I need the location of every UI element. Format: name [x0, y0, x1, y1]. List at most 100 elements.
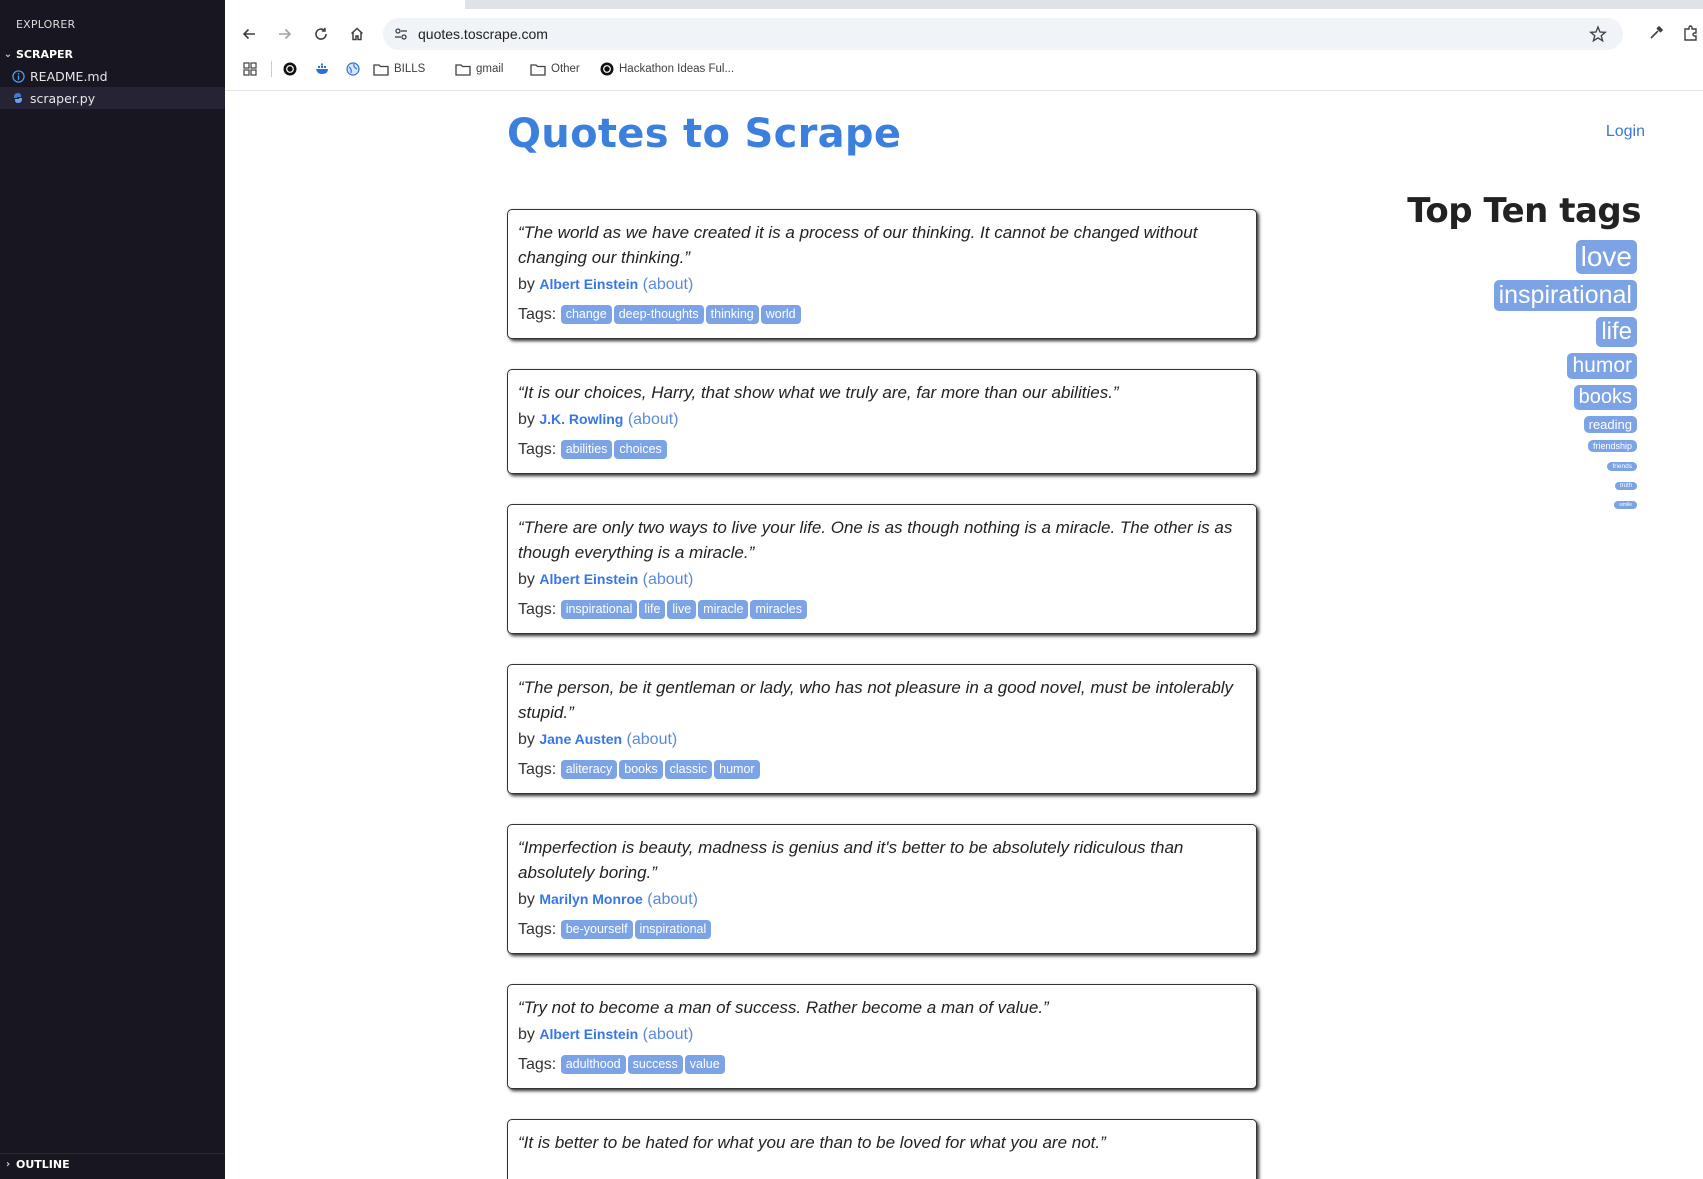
tag-link[interactable]: life [639, 600, 666, 619]
tag-link[interactable]: success [627, 1055, 683, 1074]
chevron-down-icon: ⌄ [3, 48, 13, 60]
tag-link[interactable]: thinking [705, 305, 759, 324]
tag-link[interactable]: books [619, 760, 663, 779]
top-tag-link[interactable]: friends [1607, 462, 1637, 471]
about-link[interactable]: (about) [627, 731, 678, 748]
by-label: by [518, 1026, 535, 1043]
tag-link[interactable]: aliteracy [560, 760, 618, 779]
tag-link[interactable]: be-yourself [560, 920, 633, 939]
info-icon [11, 69, 25, 83]
tag-link[interactable]: value [684, 1055, 725, 1074]
bookmark-gmail[interactable]: gmail [455, 57, 503, 81]
tag-link[interactable]: world [760, 305, 801, 324]
top-tag-link[interactable]: inspirational [1493, 280, 1637, 311]
tag-link[interactable]: classic [664, 760, 713, 779]
bookmark-hackathon[interactable]: Hackathon Ideas Ful... [600, 57, 734, 81]
folder-icon [530, 63, 546, 76]
top-tag-link[interactable]: friendship [1587, 440, 1637, 452]
eyedropper-icon [1650, 25, 1664, 39]
puzzle-icon [1684, 25, 1697, 41]
tags-label: Tags: [518, 306, 557, 323]
eyedropper-button[interactable] [1645, 22, 1667, 44]
tags-label: Tags: [518, 761, 557, 778]
reload-button[interactable] [309, 22, 333, 46]
top-tag-link[interactable]: love [1575, 240, 1637, 274]
file-scraper-py[interactable]: scraper.py [0, 87, 225, 109]
apps-icon[interactable] [243, 57, 257, 81]
bookmark-docker[interactable] [315, 57, 336, 81]
tag-link[interactable]: choices [614, 440, 667, 459]
url-text[interactable]: quotes.toscrape.com [418, 26, 548, 42]
by-label: by [518, 731, 535, 748]
quote-card: “Imperfection is beauty, madness is geni… [507, 824, 1257, 954]
by-label: by [518, 571, 535, 588]
tag-link[interactable]: miracle [698, 600, 749, 619]
quote-tags: Tags: adulthood success value [518, 1054, 1246, 1076]
tag-link[interactable]: inspirational [560, 600, 638, 619]
quote-byline: by Jane Austen (about) [518, 728, 1246, 751]
tag-link[interactable]: adulthood [560, 1055, 626, 1074]
quote-byline: by J.K. Rowling (about) [518, 408, 1246, 431]
extensions-button[interactable] [1680, 22, 1702, 44]
back-button[interactable] [237, 22, 261, 46]
home-button[interactable] [345, 22, 369, 46]
login-link[interactable]: Login [1606, 123, 1645, 141]
bookmarks-divider [271, 61, 272, 77]
top-tag-link[interactable]: truth [1614, 482, 1637, 490]
globe-icon [346, 62, 360, 76]
tag-link[interactable]: inspirational [634, 920, 712, 939]
back-arrow-icon [242, 28, 255, 40]
top-tag-link[interactable]: humor [1567, 353, 1637, 379]
bookmark-bills[interactable]: BILLS [373, 57, 425, 81]
tag-link[interactable]: abilities [560, 440, 613, 459]
top-tag-link[interactable]: reading [1583, 416, 1637, 433]
author-name: Jane Austen [539, 731, 623, 747]
bookmark-star-icon[interactable] [1589, 25, 1607, 43]
file-readme[interactable]: README.md [0, 65, 225, 87]
quote-card: “It is better to be hated for what you a… [507, 1119, 1257, 1179]
top-tags-list: love inspirational life humor books reading fr… [1381, 237, 1641, 512]
top-tag-link[interactable]: life [1596, 317, 1637, 347]
folder-icon [373, 63, 389, 76]
site-info-icon[interactable] [393, 26, 409, 42]
tag-link[interactable]: humor [714, 760, 760, 779]
about-link[interactable]: (about) [628, 411, 679, 428]
site-title[interactable]: Quotes to Scrape [507, 111, 901, 157]
about-link[interactable]: (about) [643, 571, 694, 588]
tag-link[interactable]: change [560, 305, 612, 324]
tags-label: Tags: [518, 441, 557, 458]
quote-tags: Tags: change deep-thoughts thinking world [518, 304, 1246, 326]
author-name: J.K. Rowling [539, 411, 624, 427]
quote-text: “Try not to become a man of success. Rat… [518, 998, 1049, 1017]
top-tag-link[interactable]: books [1573, 385, 1637, 410]
author-name: Albert Einstein [539, 1026, 639, 1042]
quote-card: “The person, be it gentleman or lady, wh… [507, 664, 1257, 794]
chevron-right-icon: › [5, 1158, 11, 1170]
author-name: Albert Einstein [539, 571, 639, 587]
forward-arrow-icon [279, 28, 292, 40]
bookmark-label: Hackathon Ideas Ful... [619, 63, 735, 75]
quote-text: “It is our choices, Harry, that show wha… [518, 383, 1119, 402]
folder-scraper[interactable]: ⌄ SCRAPER [0, 44, 225, 64]
reload-icon [315, 27, 327, 40]
tag-link[interactable]: miracles [750, 600, 808, 619]
tag-link[interactable]: live [667, 600, 697, 619]
bookmark-label: Other [551, 63, 580, 75]
quote-card: “It is our choices, Harry, that show wha… [507, 369, 1257, 474]
about-link[interactable]: (about) [643, 276, 694, 293]
bookmark-globe[interactable] [346, 57, 365, 81]
outline-section[interactable]: › OUTLINE [0, 1153, 225, 1174]
bookmark-openai[interactable] [283, 57, 302, 81]
quote-byline: by Albert Einstein (about) [518, 273, 1246, 296]
quote-tags: Tags: aliteracy books classic humor [518, 759, 1246, 781]
bookmark-other[interactable]: Other [530, 57, 580, 81]
openai-icon [283, 62, 297, 76]
tags-label: Tags: [518, 1056, 557, 1073]
about-link[interactable]: (about) [643, 1026, 694, 1043]
tag-link[interactable]: deep-thoughts [613, 305, 704, 324]
about-link[interactable]: (about) [647, 891, 698, 908]
top-tag-link[interactable]: simile [1614, 501, 1637, 509]
forward-button[interactable] [273, 22, 297, 46]
address-bar[interactable]: quotes.toscrape.com [383, 18, 1623, 50]
tags-label: Tags: [518, 601, 557, 618]
